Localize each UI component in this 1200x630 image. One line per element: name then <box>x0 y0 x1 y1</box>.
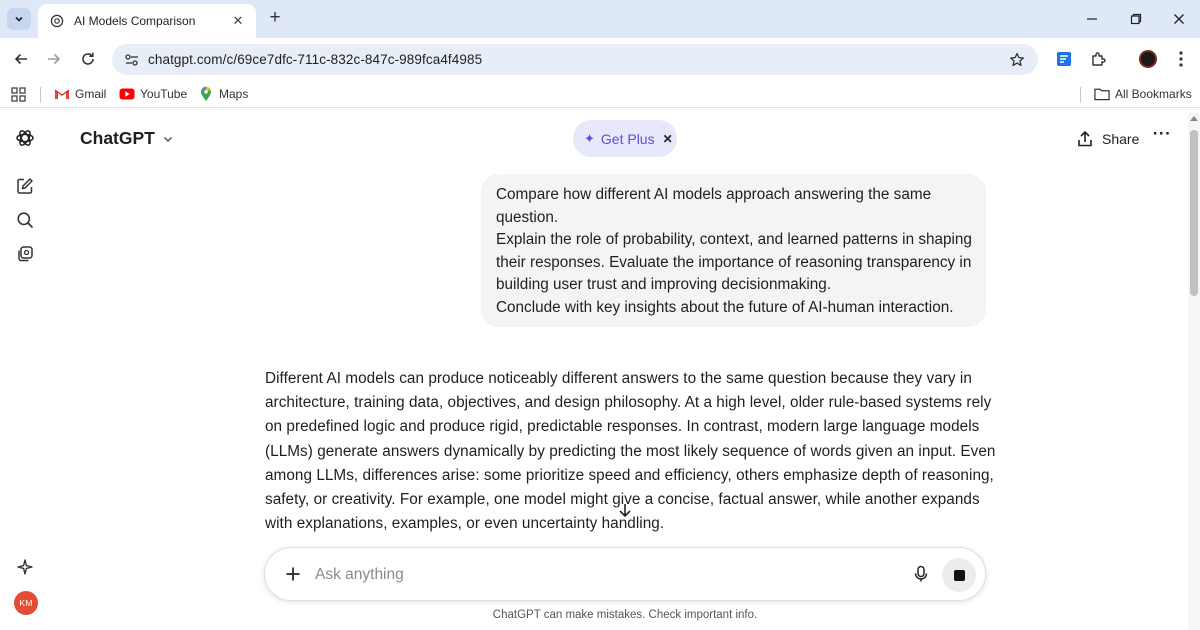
minimize-icon[interactable] <box>1080 7 1104 31</box>
bookmark-star-icon[interactable] <box>1002 48 1032 72</box>
puzzle-extensions-icon[interactable] <box>1086 47 1110 71</box>
tab-close-icon[interactable]: ✕ <box>230 13 246 29</box>
get-plus-button[interactable]: ✦ Get Plus ✕ <box>573 120 677 157</box>
bookmark-label: YouTube <box>140 87 188 101</box>
all-bookmarks-label: All Bookmarks <box>1115 87 1192 101</box>
new-chat-icon[interactable] <box>13 174 37 198</box>
message-line: their responses. Evaluate the importance… <box>496 253 972 271</box>
arrow-down-icon <box>619 504 631 518</box>
message-line: on predefined logic and produce rigid, p… <box>265 418 980 436</box>
message-line: Compare how different AI models approach… <box>496 186 932 203</box>
folder-icon <box>1094 86 1110 102</box>
search-icon[interactable] <box>13 208 37 232</box>
sparkle-icon[interactable] <box>13 555 37 579</box>
model-selector[interactable]: ChatGPT <box>80 128 174 149</box>
chatgpt-app: KM ChatGPT ✦ Get Plus ✕ Share ··· Compar… <box>0 113 1200 630</box>
all-bookmarks-button[interactable]: All Bookmarks <box>1094 85 1192 103</box>
profile-avatar[interactable] <box>1136 47 1160 71</box>
sidebar-rail: KM <box>0 113 48 630</box>
maps-icon <box>198 86 214 102</box>
browser-tab-active[interactable]: AI Models Comparison ✕ <box>38 4 256 38</box>
user-message-bubble: Compare how different AI models approach… <box>481 174 986 327</box>
bookmarks-divider <box>1080 87 1081 103</box>
share-button[interactable]: Share <box>1076 130 1139 148</box>
chevron-down-icon <box>15 16 23 22</box>
message-line: question. <box>496 208 559 226</box>
chatgpt-logo-icon <box>50 14 64 28</box>
app-title: ChatGPT <box>80 128 155 148</box>
disclaimer-text: ChatGPT can make mistakes. Check importa… <box>492 609 758 621</box>
bookmarks-bar: Gmail YouTube Maps All Bookmarks <box>0 80 1200 108</box>
get-plus-label: Get Plus <box>600 130 655 147</box>
message-line: Conclude with key insights about the fut… <box>496 298 954 316</box>
share-icon <box>1076 130 1094 148</box>
bookmark-label: Maps <box>219 87 249 101</box>
scrollbar[interactable] <box>1188 113 1200 630</box>
browser-toolbar: chatgpt.com/c/69ce7dfc-711c-832c-847c-98… <box>0 38 1200 80</box>
add-attachment-icon[interactable] <box>282 563 304 585</box>
profile-picture <box>1139 50 1157 68</box>
youtube-icon <box>119 86 135 102</box>
stop-icon <box>953 569 965 581</box>
tab-search-button[interactable] <box>7 8 31 30</box>
message-line: architecture, training data, objectives,… <box>265 394 992 412</box>
stop-generating-button[interactable] <box>942 558 976 592</box>
scrollbar-thumb[interactable] <box>1190 130 1198 296</box>
forward-arrow-icon[interactable] <box>42 47 66 71</box>
scroll-to-bottom-button[interactable] <box>614 499 636 521</box>
message-line: (LLMs) generate answers dynamically by p… <box>265 442 996 460</box>
message-line: among LLMs, differences arise: some prio… <box>265 466 994 484</box>
tab-title: AI Models Comparison <box>74 14 196 28</box>
composer <box>264 547 986 601</box>
openai-logo-icon[interactable] <box>13 126 37 150</box>
browser-menu-icon[interactable] <box>1169 47 1193 71</box>
microphone-icon[interactable] <box>910 563 932 585</box>
address-bar[interactable]: chatgpt.com/c/69ce7dfc-711c-832c-847c-98… <box>112 44 1038 75</box>
back-arrow-icon[interactable] <box>9 47 33 71</box>
dismiss-icon[interactable]: ✕ <box>663 132 673 146</box>
more-options-icon[interactable]: ··· <box>1151 125 1173 148</box>
bookmark-label: Gmail <box>75 87 107 101</box>
site-info-icon[interactable] <box>122 50 142 70</box>
message-line: building user trust and improving decisi… <box>496 276 832 293</box>
chevron-down-icon <box>162 133 174 145</box>
scroll-up-arrow[interactable] <box>1190 116 1198 121</box>
bookmark-gmail[interactable]: Gmail <box>54 85 106 103</box>
message-line: Explain the role of probability, context… <box>496 231 972 248</box>
extension-icon[interactable] <box>1052 47 1076 71</box>
gmail-icon <box>54 86 70 102</box>
bookmark-maps[interactable]: Maps <box>198 85 248 103</box>
restore-icon[interactable] <box>1124 7 1148 31</box>
sparkle-icon: ✦ <box>584 130 595 146</box>
message-line: Different AI models can produce noticeab… <box>265 370 972 387</box>
prompt-input[interactable] <box>315 565 875 585</box>
apps-grid-icon[interactable] <box>11 85 26 103</box>
bookmarks-divider <box>40 87 41 103</box>
url-text: chatgpt.com/c/69ce7dfc-711c-832c-847c-98… <box>148 52 483 67</box>
bookmark-youtube[interactable]: YouTube <box>119 85 187 103</box>
reload-icon[interactable] <box>76 47 100 71</box>
window-close-icon[interactable] <box>1167 7 1191 31</box>
browser-tab-strip: AI Models Comparison ✕ + <box>0 0 1200 38</box>
share-label: Share <box>1102 131 1140 147</box>
library-images-icon[interactable] <box>13 242 37 266</box>
new-tab-button[interactable]: + <box>264 8 286 30</box>
